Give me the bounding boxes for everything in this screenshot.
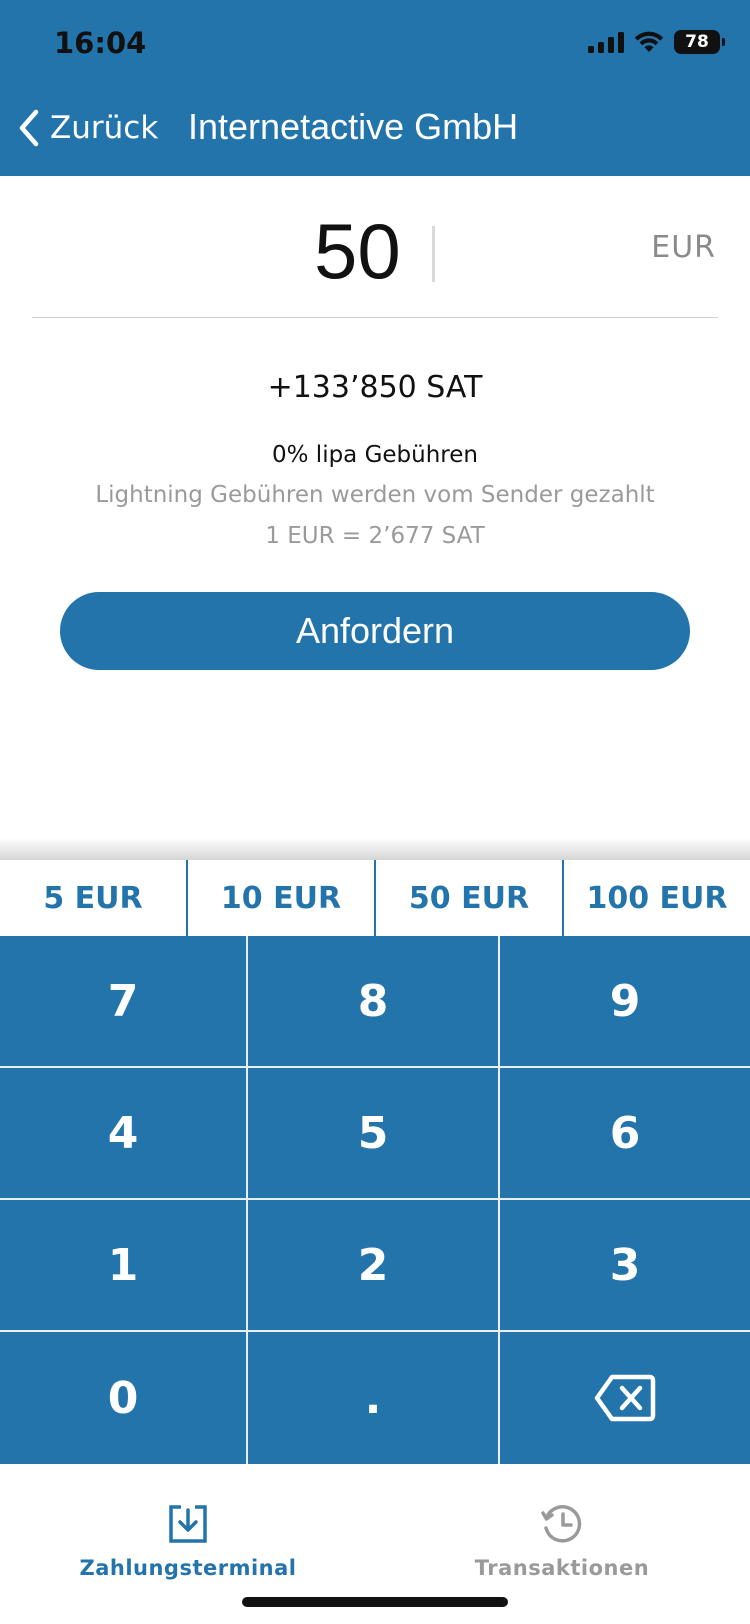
quick-amount-100[interactable]: 100 EUR [564,860,750,936]
keypad-shadow [0,838,750,862]
battery-icon: 78 [674,30,725,54]
sat-conversion: +133’850 SAT [267,370,483,405]
tab-transaktionen[interactable]: Transaktionen [412,1504,712,1580]
exchange-rate: 1 EUR = 2’677 SAT [265,523,485,549]
key-0[interactable]: 0 [0,1332,248,1464]
tab-label: Transaktionen [474,1556,650,1580]
key-9[interactable]: 9 [500,936,750,1068]
key-8[interactable]: 8 [248,936,500,1068]
quick-amount-50[interactable]: 50 EUR [376,860,564,936]
amount-currency[interactable]: EUR [651,230,716,265]
page-title: Internetactive GmbH [188,106,519,147]
home-indicator [242,1597,508,1607]
fee-info: 0% lipa Gebühren [272,442,478,468]
tab-label: Zahlungsterminal [79,1556,297,1580]
key-6[interactable]: 6 [500,1068,750,1200]
fee-note: Lightning Gebühren werden vom Sender gez… [95,482,655,508]
key-decimal[interactable]: . [248,1332,500,1464]
tab-zahlungsterminal[interactable]: Zahlungsterminal [38,1504,338,1580]
chevron-left-icon [19,109,39,147]
key-5[interactable]: 5 [248,1068,500,1200]
cellular-signal-icon [588,31,624,53]
amount-input[interactable]: 50 EUR [32,200,718,318]
back-button[interactable]: Zurück [16,108,158,148]
key-3[interactable]: 3 [500,1200,750,1332]
key-7[interactable]: 7 [0,936,248,1068]
payment-terminal-screen: 16:04 78 Zurück Internetactive GmbH 50 E… [0,0,750,1624]
quick-amount-5[interactable]: 5 EUR [0,860,188,936]
key-2[interactable]: 2 [248,1200,500,1332]
text-caret [432,226,435,282]
backspace-key[interactable] [500,1332,750,1464]
download-tray-icon [169,1505,207,1543]
key-1[interactable]: 1 [0,1200,248,1332]
history-clock-icon [541,1505,582,1543]
battery-level: 78 [685,32,709,52]
amount-value: 50 [314,207,401,295]
status-icons: 78 [588,30,725,54]
quick-amount-row: 5 EUR 10 EUR 50 EUR 100 EUR [0,860,750,936]
key-4[interactable]: 4 [0,1068,248,1200]
app-header: 16:04 78 Zurück Internetactive GmbH [0,0,750,176]
wifi-icon [634,31,664,52]
back-label: Zurück [50,110,159,146]
quick-amount-10[interactable]: 10 EUR [188,860,376,936]
numeric-keypad: 7 8 9 4 5 6 1 2 3 0 . [0,936,750,1464]
status-time: 16:04 [54,26,147,60]
request-button[interactable]: Anfordern [60,592,690,670]
backspace-icon [594,1374,656,1422]
